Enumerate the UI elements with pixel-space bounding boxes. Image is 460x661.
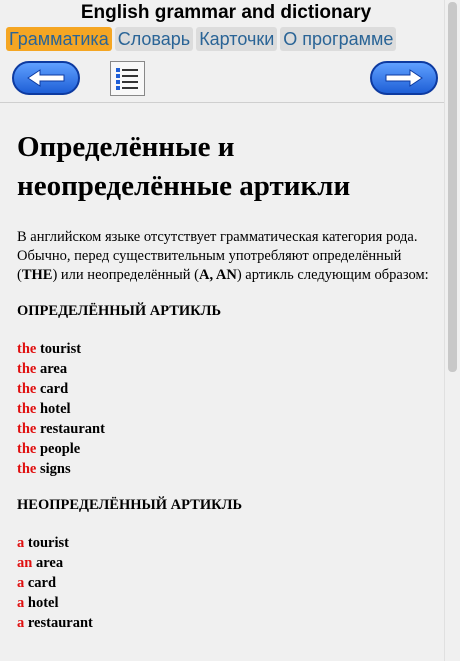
indefinite-heading: НЕОПРЕДЕЛЁННЫЙ АРТИКЛЬ	[17, 497, 243, 513]
example-row: a hotel	[17, 595, 59, 611]
next-button[interactable]	[370, 61, 438, 95]
arrow-left-icon	[27, 69, 65, 87]
definite-examples: the tourist the area the card the hotel …	[17, 339, 432, 479]
vertical-scrollbar[interactable]	[444, 0, 460, 661]
example-row: the people	[17, 441, 81, 457]
indefinite-examples: a tourist an area a card a hotel a resta…	[17, 533, 432, 633]
article-intro: В английском языке отсутствует грамматич…	[17, 229, 429, 283]
definite-article-term: THE	[21, 267, 53, 283]
list-icon	[116, 68, 138, 90]
tab-cards[interactable]: Карточки	[196, 27, 278, 51]
toolbar-divider	[0, 102, 444, 103]
example-row: the card	[17, 381, 69, 397]
example-row: the signs	[17, 461, 71, 477]
indefinite-article-term: A, AN	[198, 267, 237, 283]
example-row: a tourist	[17, 535, 69, 551]
example-row: the tourist	[17, 341, 82, 357]
tab-dictionary[interactable]: Словарь	[114, 27, 194, 51]
tab-about[interactable]: О программе	[280, 27, 397, 51]
article-content: Определённые и неопределённые артикли В …	[17, 128, 432, 633]
tab-grammar[interactable]: Грамматика	[6, 27, 112, 51]
app-title: English grammar and dictionary	[80, 2, 372, 23]
example-row: the restaurant	[17, 421, 105, 437]
example-row: a restaurant	[17, 615, 93, 631]
arrow-right-icon	[385, 69, 423, 87]
example-row: the area	[17, 361, 68, 377]
back-button[interactable]	[12, 61, 80, 95]
example-row: a card	[17, 575, 57, 591]
definite-heading: ОПРЕДЕЛЁННЫЙ АРТИКЛЬ	[17, 303, 222, 319]
article-title: Определённые и неопределённые артикли	[17, 131, 351, 202]
example-row: an area	[17, 555, 64, 571]
scrollbar-thumb[interactable]	[448, 2, 457, 372]
example-row: the hotel	[17, 401, 71, 417]
table-of-contents-button[interactable]	[110, 61, 145, 96]
tab-bar: Грамматика Словарь Карточки О программе	[6, 27, 397, 51]
